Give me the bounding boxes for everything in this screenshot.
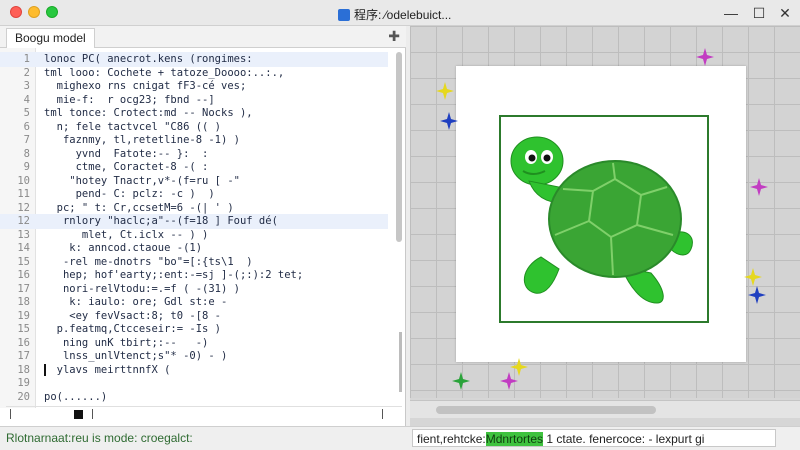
canvas-pane	[410, 26, 800, 426]
star-sprite-icon[interactable]	[744, 268, 762, 286]
zoom-window-button[interactable]	[46, 6, 58, 18]
canvas-horizontal-scrollbar[interactable]	[410, 400, 800, 418]
close-window-button[interactable]	[10, 6, 22, 18]
command-field[interactable]: fient,rehtcke:Mdnrtortes 1 ctate. fenerc…	[412, 429, 776, 447]
star-sprite-icon[interactable]	[750, 178, 768, 196]
star-sprite-icon[interactable]	[510, 358, 528, 376]
turtle-pupil-2	[543, 154, 551, 162]
line-number: 20	[17, 390, 30, 403]
square-icon	[74, 410, 83, 419]
window-title-text: 程序: ⁄odelebuict...	[354, 8, 452, 22]
turtle-head	[510, 136, 564, 186]
horizontal-scroll-thumb[interactable]	[68, 410, 88, 419]
maximize-icon[interactable]: ☐	[750, 4, 768, 22]
minimize-icon[interactable]: —	[722, 4, 740, 22]
vertical-scrollbar[interactable]	[394, 52, 402, 392]
close-icon[interactable]: ✕	[776, 4, 794, 22]
app-logo-icon	[338, 9, 350, 21]
scroll-left-edge	[10, 409, 11, 419]
text-cursor	[44, 363, 46, 376]
star-sprite-icon[interactable]	[452, 372, 470, 390]
scroll-marker	[92, 409, 93, 419]
code-pane: Boogu model ✚ 1 lonoc PC( anecrot.kens (r…	[0, 26, 406, 426]
vertical-scroll-thumb[interactable]	[396, 52, 402, 242]
star-sprite-icon[interactable]	[748, 286, 766, 304]
code-text: po(......)	[44, 390, 108, 403]
turtle-frame	[499, 115, 709, 323]
stage-grid[interactable]	[410, 26, 800, 398]
star-sprite-icon[interactable]	[440, 112, 458, 130]
title-bar: 程序: ⁄odelebuict... — ☐ ✕	[0, 0, 800, 26]
code-line[interactable]: 20 po(......)	[0, 390, 388, 405]
turtle-image	[510, 136, 693, 304]
star-sprite-icon[interactable]	[696, 48, 714, 66]
window-title: 程序: ⁄odelebuict...	[338, 6, 451, 23]
star-sprite-icon[interactable]	[436, 82, 454, 100]
vertical-scroll-marker	[399, 332, 402, 392]
turtle-pupil	[528, 154, 536, 162]
drawing-canvas[interactable]	[456, 66, 746, 362]
plus-icon[interactable]: ✚	[388, 28, 400, 45]
tab-boogu-model[interactable]: Boogu model	[6, 28, 95, 48]
canvas-scroll-thumb[interactable]	[436, 406, 656, 414]
status-bar: Rlotnarnaat:reu is mode: croegalct: fien…	[0, 426, 800, 450]
minimize-window-button[interactable]	[28, 6, 40, 18]
scroll-right-edge	[382, 409, 383, 419]
command-suffix: 1 ctate. fenercoce: - lexpurt gi	[543, 432, 705, 446]
command-prefix: fient,rehtcke:	[417, 432, 486, 446]
status-message: Rlotnarnaat:reu is mode: croegalct:	[6, 431, 193, 445]
turtle-front-left-leg	[524, 256, 560, 294]
code-editor[interactable]: 1 lonoc PC( anecrot.kens (rongimes: 2 tml l…	[0, 48, 406, 408]
command-highlight: Mdnrtortes	[485, 432, 544, 446]
tab-bar: Boogu model ✚	[0, 26, 406, 48]
horizontal-scrollbar[interactable]	[6, 406, 402, 420]
